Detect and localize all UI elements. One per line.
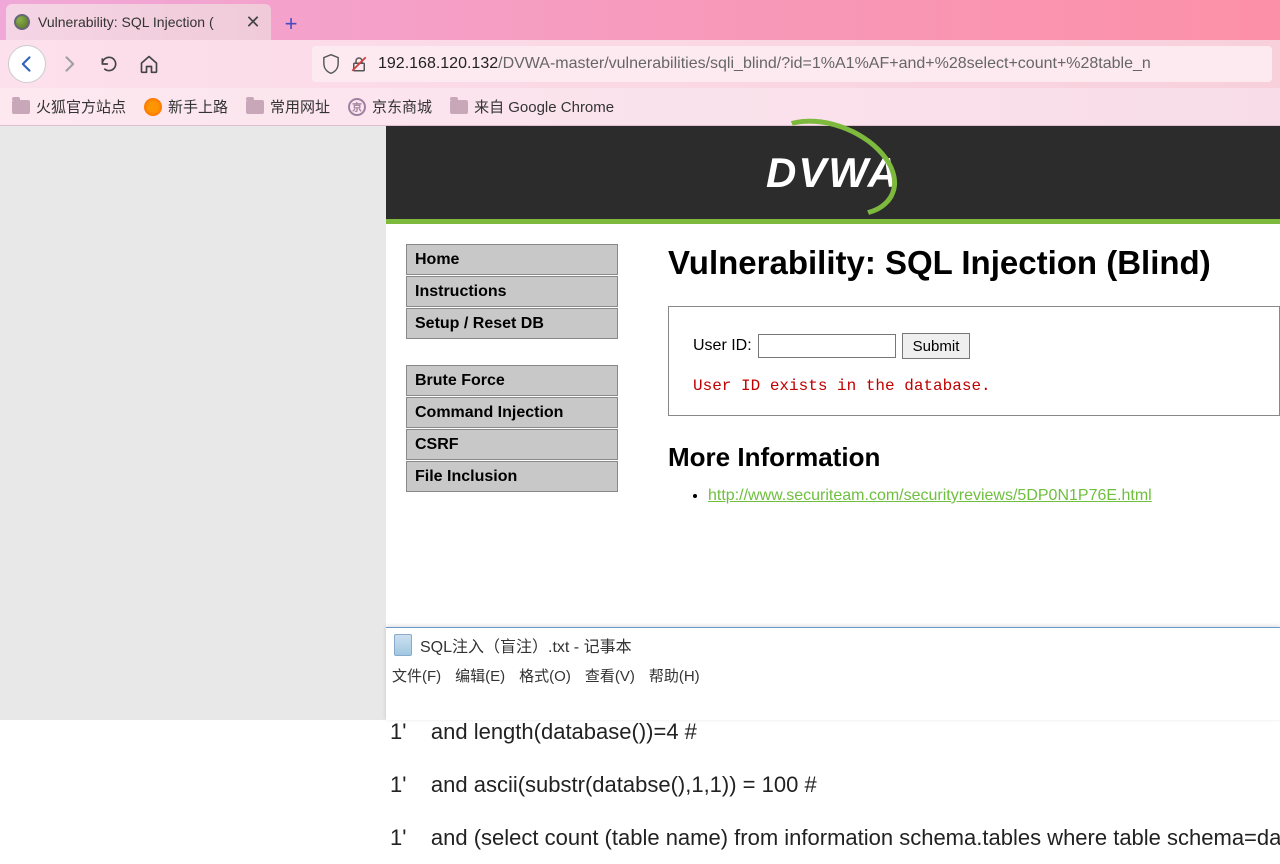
tab-favicon [14, 14, 30, 30]
notepad-body[interactable]: 1' and length(database())=4 # 1' and asc… [386, 688, 1280, 864]
home-icon [139, 54, 159, 74]
menu-edit[interactable]: 编辑(E) [455, 665, 505, 686]
insecure-lock-icon [350, 55, 368, 73]
bookmark-firefox-official[interactable]: 火狐官方站点 [12, 96, 126, 117]
menu-group-2: Brute Force Command Injection CSRF File … [406, 365, 618, 492]
dvwa-page: DVWA Home Instructions Setup / Reset DB … [386, 126, 1280, 518]
menu-item-command-injection[interactable]: Command Injection [406, 397, 618, 428]
status-message: User ID exists in the database. [693, 377, 1255, 395]
browser-tab[interactable]: Vulnerability: SQL Injection ( ✕ [6, 4, 271, 40]
folder-icon [246, 100, 264, 114]
bookmark-from-chrome[interactable]: 来自 Google Chrome [450, 96, 614, 117]
more-info-heading: More Information [668, 442, 1280, 473]
left-gutter [0, 126, 386, 720]
firefox-icon [144, 98, 162, 116]
bookmark-common-sites[interactable]: 常用网址 [246, 96, 330, 117]
submit-button[interactable]: Submit [902, 333, 971, 359]
back-button[interactable] [8, 45, 46, 83]
bookmark-bar: 火狐官方站点 新手上路 常用网址 京京东商城 来自 Google Chrome [0, 88, 1280, 126]
notepad-window: SQL注入（盲注）.txt - 记事本 文件(F) 编辑(E) 格式(O) 查看… [386, 627, 1280, 720]
dvwa-logo: DVWA [766, 149, 900, 197]
info-list: http://www.securiteam.com/securityreview… [668, 487, 1280, 505]
tab-title: Vulnerability: SQL Injection ( [38, 14, 235, 30]
dvwa-header: DVWA [386, 126, 1280, 224]
bookmark-jd[interactable]: 京京东商城 [348, 96, 432, 117]
jd-icon: 京 [348, 98, 366, 116]
reload-button[interactable] [92, 47, 126, 81]
folder-icon [12, 100, 30, 114]
notepad-title: SQL注入（盲注）.txt - 记事本 [420, 633, 632, 657]
dvwa-body: Home Instructions Setup / Reset DB Brute… [386, 224, 1280, 518]
menu-file[interactable]: 文件(F) [392, 665, 441, 686]
menu-view[interactable]: 查看(V) [585, 665, 635, 686]
folder-icon [450, 100, 468, 114]
notepad-icon [394, 634, 412, 656]
menu-item-setup[interactable]: Setup / Reset DB [406, 308, 618, 339]
info-link[interactable]: http://www.securiteam.com/securityreview… [708, 487, 1152, 504]
list-item: http://www.securiteam.com/securityreview… [708, 487, 1280, 505]
notepad-menubar: 文件(F) 编辑(E) 格式(O) 查看(V) 帮助(H) [386, 662, 1280, 688]
shield-icon [322, 54, 340, 74]
tab-strip: Vulnerability: SQL Injection ( ✕ + [0, 0, 1280, 40]
arrow-left-icon [17, 54, 37, 74]
forward-button[interactable] [52, 47, 86, 81]
menu-item-home[interactable]: Home [406, 244, 618, 275]
form-row: User ID: Submit [693, 333, 1255, 359]
url-text: 192.168.120.132/DVWA-master/vulnerabilit… [378, 55, 1151, 73]
page-title: Vulnerability: SQL Injection (Blind) [668, 244, 1280, 282]
reload-icon [99, 54, 119, 74]
menu-item-brute-force[interactable]: Brute Force [406, 365, 618, 396]
menu-item-instructions[interactable]: Instructions [406, 276, 618, 307]
menu-item-file-inclusion[interactable]: File Inclusion [406, 461, 618, 492]
close-tab-icon[interactable]: ✕ [243, 12, 263, 32]
bookmark-getting-started[interactable]: 新手上路 [144, 96, 228, 117]
menu-format[interactable]: 格式(O) [519, 665, 571, 686]
main-column: Vulnerability: SQL Injection (Blind) Use… [668, 244, 1280, 518]
url-bar[interactable]: 192.168.120.132/DVWA-master/vulnerabilit… [312, 46, 1272, 82]
arrow-right-icon [59, 54, 79, 74]
notepad-titlebar[interactable]: SQL注入（盲注）.txt - 记事本 [386, 628, 1280, 662]
user-id-input[interactable] [758, 334, 896, 358]
nav-bar: 192.168.120.132/DVWA-master/vulnerabilit… [0, 40, 1280, 88]
menu-help[interactable]: 帮助(H) [649, 665, 700, 686]
menu-group-1: Home Instructions Setup / Reset DB [406, 244, 618, 339]
side-menu: Home Instructions Setup / Reset DB Brute… [406, 244, 618, 518]
content-area: DVWA Home Instructions Setup / Reset DB … [0, 126, 1280, 720]
form-box: User ID: Submit User ID exists in the da… [668, 306, 1280, 416]
home-button[interactable] [132, 47, 166, 81]
user-id-label: User ID: [693, 337, 752, 355]
menu-item-csrf[interactable]: CSRF [406, 429, 618, 460]
new-tab-button[interactable]: + [275, 8, 307, 40]
